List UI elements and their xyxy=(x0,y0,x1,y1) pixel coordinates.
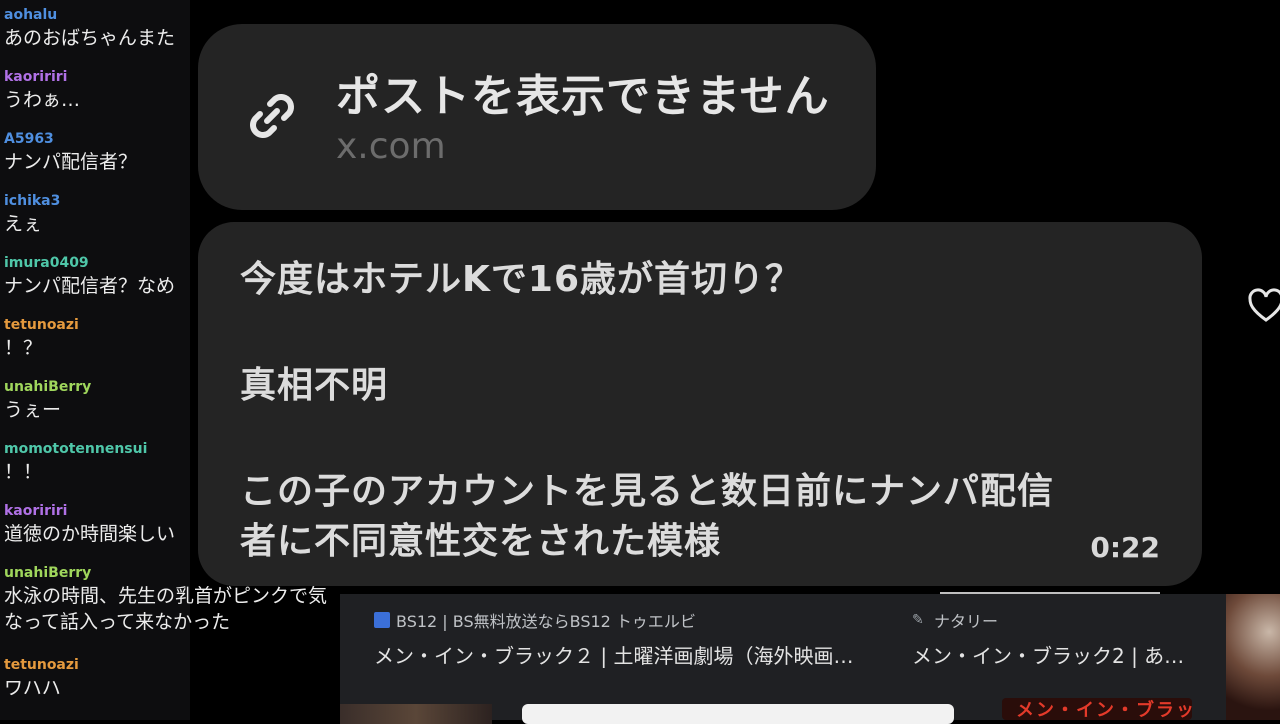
link-preview-card[interactable]: ポストを表示できません x.com xyxy=(198,24,876,210)
chat-username[interactable]: tetunoazi xyxy=(4,316,344,334)
chat-username[interactable]: A5963 xyxy=(4,130,344,148)
result-source: BS12 | BS無料放送ならBS12 トゥエルビ xyxy=(374,608,853,632)
tweet-line: この子のアカウントを見ると数日前にナンパ配信 xyxy=(240,471,1055,512)
photo-fragment xyxy=(1226,594,1280,720)
chat-message: kaoririri うわぁ… xyxy=(4,68,344,113)
chat-panel: aohalu あのおばちゃんまた kaoririri うわぁ… A5963 ナンパ配信者？… xyxy=(0,0,327,720)
chat-message: kaoririri 道徳のか時間楽しい xyxy=(4,502,344,547)
chat-text: うわぁ… xyxy=(4,89,81,111)
chat-message: imura0409 ナンパ配信者？なめ xyxy=(4,254,344,299)
chat-text: えぇ xyxy=(4,213,43,235)
chat-username[interactable]: momototennensui xyxy=(4,440,344,458)
poster-title: メン・イン・ブラック xyxy=(1016,700,1192,720)
chat-text: 道徳のか時間楽しい xyxy=(4,523,176,545)
chat-username[interactable]: kaoririri xyxy=(4,502,344,520)
chat-message: tetunoazi ワハハ xyxy=(4,656,344,701)
chat-text: 水泳の時間、先生の乳首がピンクで気 なって話入って来なかった xyxy=(4,585,328,633)
link-domain: x.com xyxy=(336,126,446,167)
chat-message: tetunoazi ！？ xyxy=(4,316,344,361)
tweet-text-card: 今度はホテルKで16歳が首切り？ 真相不明 この子のアカウントを見ると数日前にナ… xyxy=(198,222,1202,586)
chat-text: うぇー xyxy=(4,399,62,421)
chat-message: A5963 ナンパ配信者？ xyxy=(4,130,344,175)
bs12-favicon-icon xyxy=(374,612,390,628)
chat-message: ichika3 えぇ xyxy=(4,192,344,237)
chat-username[interactable]: imura0409 xyxy=(4,254,344,272)
link-title: ポストを表示できません xyxy=(336,71,830,122)
chat-message: aohalu あのおばちゃんまた xyxy=(4,6,344,51)
chat-text: ！！ xyxy=(4,461,43,483)
chat-username[interactable]: kaoririri xyxy=(4,68,344,86)
result-thumbnail[interactable] xyxy=(522,704,954,724)
chat-message: momototennensui ！！ xyxy=(4,440,344,485)
chat-text: ワハハ xyxy=(4,677,61,699)
chat-username[interactable]: ichika3 xyxy=(4,192,344,210)
search-result[interactable]: ✎ ナタリー メン・イン・ブラック2 | あ… xyxy=(912,608,1184,669)
result-title[interactable]: メン・イン・ブラック２ | 土曜洋画劇場（海外映画… xyxy=(374,640,853,669)
result-source-label: ナタリー xyxy=(934,612,999,631)
search-result[interactable]: BS12 | BS無料放送ならBS12 トゥエルビ メン・イン・ブラック２ | … xyxy=(374,608,853,669)
chat-text: ナンパ配信者？なめ xyxy=(4,275,176,297)
chat-text: ！？ xyxy=(4,337,43,359)
chat-text: ナンパ配信者？ xyxy=(4,151,138,173)
natalie-favicon-icon: ✎ xyxy=(912,612,924,628)
result-thumbnail[interactable] xyxy=(340,704,492,724)
chat-username[interactable]: unahiBerry xyxy=(4,378,344,396)
chat-username[interactable]: unahiBerry xyxy=(4,564,344,582)
poster-thumbnail[interactable]: メン・イン・ブラック xyxy=(1002,698,1192,720)
search-results-panel: BS12 | BS無料放送ならBS12 トゥエルビ メン・イン・ブラック２ | … xyxy=(340,594,1226,724)
chat-message: unahiBerry うぇー xyxy=(4,378,344,423)
chat-username[interactable]: tetunoazi xyxy=(4,656,344,674)
result-title[interactable]: メン・イン・ブラック2 | あ… xyxy=(912,640,1184,669)
chat-username[interactable]: aohalu xyxy=(4,6,344,24)
result-source: ✎ ナタリー xyxy=(912,608,1184,632)
heart-icon[interactable] xyxy=(1246,286,1280,326)
result-source-label: BS12 | BS無料放送ならBS12 トゥエルビ xyxy=(396,612,696,631)
chat-message: unahiBerry 水泳の時間、先生の乳首がピンクで気 なって話入って来なかった xyxy=(4,564,344,635)
video-timestamp: 0:22 xyxy=(1090,531,1160,564)
chat-text: あのおばちゃんまた xyxy=(4,27,176,49)
